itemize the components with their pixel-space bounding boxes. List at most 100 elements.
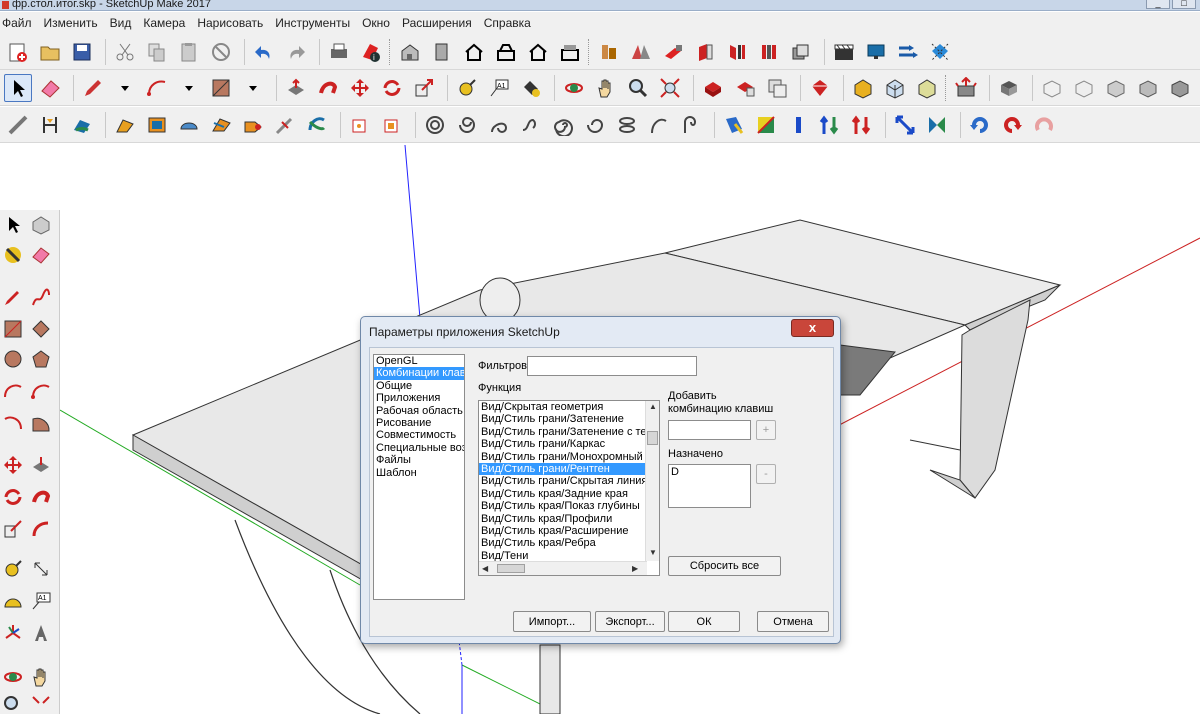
remove-shortcut-button[interactable]: - — [756, 464, 776, 484]
filter-input[interactable] — [527, 356, 697, 376]
soften-icon[interactable] — [111, 111, 139, 139]
extension-warehouse-icon[interactable] — [806, 74, 834, 102]
wireframe-icon[interactable] — [1038, 74, 1066, 102]
arc-tool-icon[interactable] — [0, 378, 26, 404]
text-tool-icon[interactable]: A1 — [28, 588, 54, 614]
3d-text-tool-icon[interactable] — [28, 620, 54, 646]
share-component-icon[interactable] — [763, 74, 791, 102]
scale-icon[interactable] — [410, 74, 438, 102]
paint-tool-icon[interactable] — [0, 242, 26, 268]
hidden-line-icon[interactable] — [1070, 74, 1098, 102]
spiral-5-icon[interactable] — [549, 111, 577, 139]
solid-union-icon[interactable] — [849, 74, 877, 102]
function-item[interactable]: Вид/Скрытая геометрия — [479, 401, 659, 413]
get-models-icon[interactable] — [699, 74, 727, 102]
maximize-button[interactable]: □ — [1172, 0, 1196, 9]
text-icon[interactable]: A1 — [485, 74, 513, 102]
dimension-tool-icon[interactable] — [28, 556, 54, 582]
move-icon[interactable] — [346, 74, 374, 102]
function-item[interactable]: Вид/Стиль грани/Каркас — [479, 438, 659, 450]
protractor-tool-icon[interactable] — [0, 588, 26, 614]
shaded-texture-icon[interactable] — [1134, 74, 1162, 102]
function-item[interactable]: Вид/Стиль края/Ребра — [479, 537, 659, 549]
category-opengl[interactable]: OpenGL — [374, 355, 464, 367]
ok-button[interactable]: ОК — [668, 611, 740, 632]
zoom-window-tool-icon[interactable] — [28, 692, 54, 718]
save-icon[interactable] — [68, 38, 96, 66]
function-item[interactable]: Вид/Стиль края/Профили — [479, 513, 659, 525]
pencil-line-icon[interactable] — [79, 74, 107, 102]
tape-measure-icon[interactable] — [453, 74, 481, 102]
reset-icon[interactable] — [1030, 111, 1058, 139]
push-pull-tool-icon[interactable] — [28, 452, 54, 478]
category-shortcuts[interactable]: Комбинации клавиш — [374, 367, 464, 380]
menu-tools[interactable]: Инструменты — [275, 16, 350, 30]
shaded-icon[interactable] — [1102, 74, 1130, 102]
styles-icon[interactable] — [830, 38, 858, 66]
spiral-7-icon[interactable] — [613, 111, 641, 139]
menu-window[interactable]: Окно — [362, 16, 390, 30]
function-list[interactable]: Вид/Скрытая геометрия Вид/Стиль грани/За… — [478, 400, 660, 576]
xray-icon[interactable] — [995, 74, 1023, 102]
category-list[interactable]: OpenGL Комбинации клавиш Общие Приложени… — [373, 354, 465, 600]
rotated-rectangle-tool-icon[interactable] — [28, 316, 54, 342]
solid-trim-icon[interactable] — [913, 74, 941, 102]
select-tool-icon[interactable] — [0, 212, 26, 238]
pan-tool-icon[interactable] — [28, 664, 54, 690]
push-pull-icon[interactable] — [282, 74, 310, 102]
iso-view-icon[interactable] — [396, 38, 424, 66]
menu-extensions[interactable]: Расширения — [402, 16, 472, 30]
paint-bucket-icon[interactable] — [517, 74, 545, 102]
display-section-icon[interactable] — [378, 111, 406, 139]
sandbox-icon[interactable] — [952, 74, 980, 102]
reset-all-button[interactable]: Сбросить все — [668, 556, 781, 576]
flip-green-icon[interactable] — [848, 111, 876, 139]
erase-icon[interactable] — [207, 38, 235, 66]
follow-me-icon[interactable] — [314, 74, 342, 102]
eraser-tool-icon[interactable] — [28, 242, 54, 268]
arc-3-tool-icon[interactable] — [0, 410, 26, 436]
add-shortcut-button[interactable]: + — [756, 420, 776, 440]
scroll-down-icon[interactable]: ▼ — [649, 548, 657, 557]
category-compatibility[interactable]: Совместимость — [374, 429, 464, 441]
drape-icon[interactable] — [239, 111, 267, 139]
share-model-icon[interactable] — [731, 74, 759, 102]
zoom-extents-icon[interactable] — [656, 74, 684, 102]
spiral-9-icon[interactable] — [677, 111, 705, 139]
pencil-tool-icon[interactable] — [0, 284, 26, 310]
category-files[interactable]: Файлы — [374, 454, 464, 466]
open-folder-icon[interactable] — [36, 38, 64, 66]
zoom-icon[interactable] — [624, 74, 652, 102]
export-button[interactable]: Экспорт... — [595, 611, 665, 632]
category-applications[interactable]: Приложения — [374, 392, 464, 404]
select-icon[interactable] — [4, 73, 32, 102]
tape-tool-icon[interactable] — [0, 556, 26, 582]
menu-view[interactable]: Вид — [110, 16, 132, 30]
layers-icon[interactable] — [691, 38, 719, 66]
front-view-icon[interactable] — [460, 38, 488, 66]
component-icon[interactable] — [28, 212, 54, 238]
freehand-tool-icon[interactable] — [28, 284, 54, 310]
function-item-selected[interactable]: Вид/Стиль грани/Рентген — [479, 462, 659, 476]
spiral-3-icon[interactable] — [485, 111, 513, 139]
offset-tool-icon[interactable] — [28, 516, 54, 542]
solid-subtract-icon[interactable] — [881, 74, 909, 102]
new-file-icon[interactable] — [4, 38, 32, 66]
scroll-up-icon[interactable]: ▲ — [649, 402, 657, 411]
function-item[interactable]: Вид/Стиль грани/Монохромный — [479, 451, 659, 463]
hscroll-thumb[interactable] — [497, 564, 525, 573]
model-info-icon[interactable]: i — [357, 38, 385, 66]
components-icon[interactable] — [659, 38, 687, 66]
function-item[interactable]: Вид/Стиль края/Показ глубины — [479, 500, 659, 512]
category-template[interactable]: Шаблон — [374, 467, 464, 479]
axes-tool-icon[interactable] — [0, 620, 26, 646]
menu-edit[interactable]: Изменить — [44, 16, 98, 30]
scroll-left-icon[interactable]: ◀ — [482, 564, 488, 573]
menu-camera[interactable]: Камера — [143, 16, 185, 30]
add-detail-icon[interactable] — [271, 111, 299, 139]
spiral-1-icon[interactable] — [421, 111, 449, 139]
line-icon[interactable] — [4, 111, 32, 139]
undo-icon[interactable] — [250, 38, 278, 66]
eraser-icon[interactable] — [36, 74, 64, 102]
rectangle-tool-icon[interactable] — [0, 316, 26, 342]
